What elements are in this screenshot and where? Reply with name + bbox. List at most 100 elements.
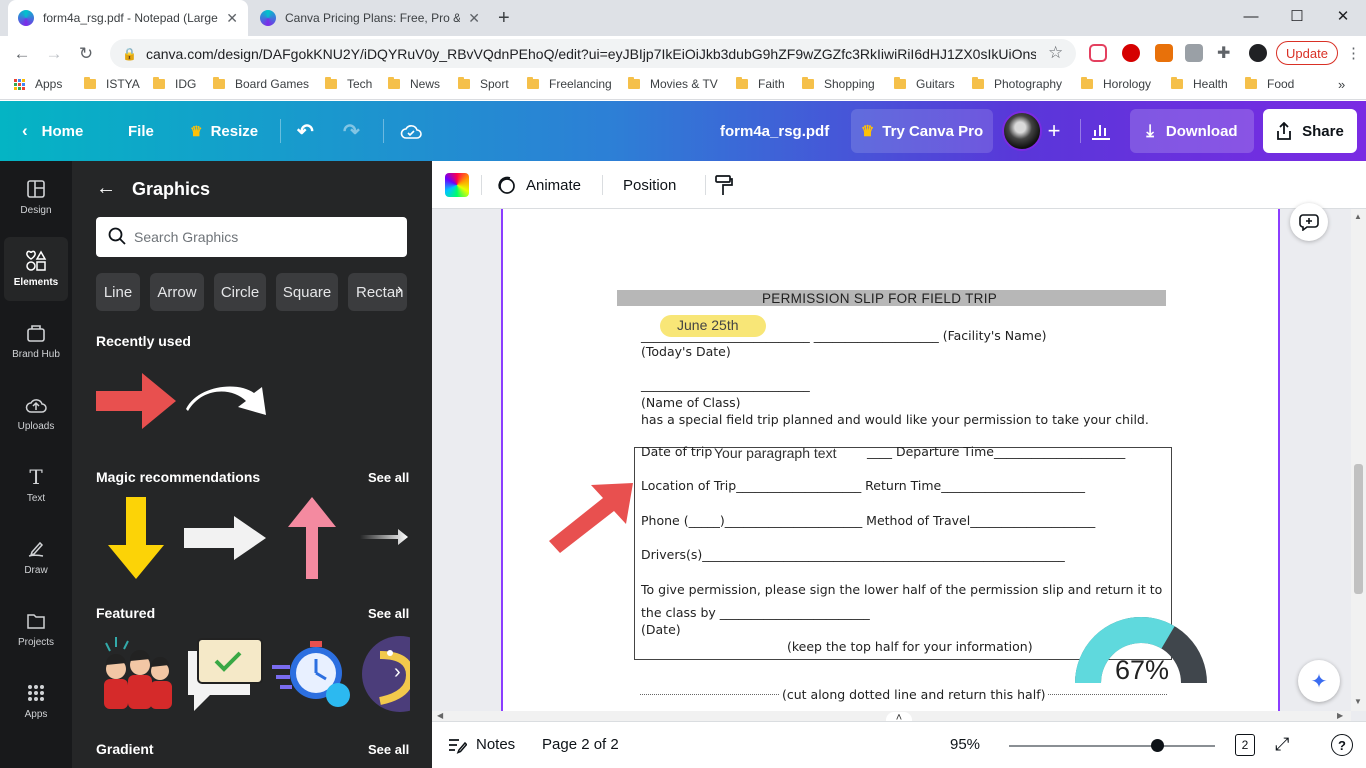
resize-button[interactable]: ♛ Resize [190,101,258,161]
add-collaborator-icon[interactable]: + [1044,101,1064,161]
magic-assistant-icon[interactable]: ✦ [1298,660,1340,702]
forward-icon[interactable]: → [40,40,68,68]
extensions-puzzle-icon[interactable]: ✚ [1217,43,1230,63]
try-canva-pro-button[interactable]: ♛ Try Canva Pro [851,109,993,153]
download-button[interactable]: ⤓ Download [1130,109,1254,153]
see-all-magic-link[interactable]: See all [368,470,409,485]
new-tab-icon[interactable]: + [498,7,510,30]
red-arrow-graphic[interactable] [96,373,178,432]
cloud-saved-icon[interactable] [400,101,422,161]
pocket-extension-icon[interactable] [1089,44,1107,62]
update-button[interactable]: Update [1276,41,1338,65]
chat-checkmark-graphic[interactable] [184,633,266,720]
bookmark-folder[interactable]: Movies & TV [628,77,718,91]
bookmark-apps[interactable]: Apps [14,77,62,91]
position-button[interactable]: Position [623,161,676,209]
help-icon[interactable]: ? [1331,734,1353,756]
close-tab-icon[interactable]: ✕ [226,10,238,27]
bookmark-folder[interactable]: Photography [972,77,1062,91]
stopwatch-graphic[interactable] [270,637,354,712]
bookmark-folder[interactable]: Sport [458,77,509,91]
bookmark-folder[interactable]: Health [1171,77,1228,91]
more-bookmarks-icon[interactable]: » [1338,77,1345,92]
rail-draw[interactable]: Draw [4,525,68,589]
family-new-year-graphic[interactable] [98,635,178,716]
white-curved-arrow-graphic[interactable] [184,383,266,420]
bookmark-folder[interactable]: Guitars [894,77,955,91]
reload-icon[interactable]: ↻ [72,40,100,68]
see-all-gradient-link[interactable]: See all [368,742,409,757]
minimize-icon[interactable]: — [1228,0,1274,32]
rail-brand-hub[interactable]: Brand Hub [4,309,68,373]
design-page[interactable]: PERMISSION SLIP FOR FIELD TRIP June 25th… [501,209,1280,711]
redo-icon[interactable]: ↷ [343,101,360,161]
color-picker-swatch[interactable] [445,173,469,197]
bookmark-folder[interactable]: Horology [1081,77,1151,91]
chevron-right-icon[interactable]: › [397,281,402,299]
page-grid-button[interactable]: 2 [1235,734,1255,756]
fullscreen-icon[interactable]: ⤢ [1275,734,1289,755]
file-menu-button[interactable]: File [128,101,154,161]
bookmark-folder[interactable]: Freelancing [527,77,612,91]
red-arrow-element[interactable] [547,479,637,560]
animate-button[interactable]: Animate [496,161,581,209]
bookmark-folder[interactable]: Shopping [802,77,875,91]
page-indicator[interactable]: Page 2 of 2 [542,736,619,753]
rail-projects[interactable]: Projects [4,597,68,661]
chevron-right-icon[interactable]: › [394,661,401,684]
maximize-icon[interactable]: ☐ [1274,0,1320,32]
rail-text[interactable]: T Text [4,453,68,517]
adblock-extension-icon[interactable] [1122,44,1140,62]
zoom-slider-track[interactable] [1009,745,1215,747]
hive-extension-icon[interactable] [1155,44,1173,62]
chip-circle[interactable]: Circle [214,273,266,311]
bookmark-star-icon[interactable]: ☆ [1048,43,1063,63]
scroll-down-icon[interactable]: ▼ [1354,697,1362,706]
reader-extension-icon[interactable] [1185,44,1203,62]
bookmark-folder[interactable]: ISTYA [84,77,140,91]
scroll-up-icon[interactable]: ▲ [1354,212,1362,221]
scroll-thumb[interactable] [1354,464,1363,594]
bookmark-folder[interactable]: News [388,77,440,91]
copy-style-paint-roller-icon[interactable] [714,161,734,209]
document-title[interactable]: form4a_rsg.pdf [720,101,829,161]
bookmark-folder[interactable]: Faith [736,77,785,91]
bookmark-folder[interactable]: Food [1245,77,1294,91]
see-all-featured-link[interactable]: See all [368,606,409,621]
search-graphics-input[interactable]: Search Graphics [96,217,407,257]
bookmark-folder[interactable]: Board Games [213,77,309,91]
undo-icon[interactable]: ↶ [297,101,314,161]
address-bar[interactable]: 🔒 canva.com/design/DAFgokKNU2Y/iDQYRuV0y… [110,39,1076,68]
window-close-icon[interactable]: ✕ [1320,0,1366,32]
rail-design[interactable]: Design [4,165,68,229]
yellow-down-arrow-graphic[interactable] [108,497,164,582]
zoom-percent[interactable]: 95% [950,736,980,753]
moon-star-graphic[interactable] [360,635,410,713]
scroll-left-icon[interactable]: ◀ [437,711,443,720]
chip-square[interactable]: Square [276,273,338,311]
vertical-scrollbar[interactable]: ▲ ▼ [1351,209,1366,711]
gradient-arrow-graphic[interactable] [360,529,408,548]
white-right-arrow-graphic[interactable] [184,516,266,563]
share-button[interactable]: Share [1263,109,1357,153]
notes-button[interactable]: Notes [476,736,515,753]
scroll-right-icon[interactable]: ▶ [1337,711,1343,720]
rail-elements[interactable]: Elements [4,237,68,301]
insights-chart-icon[interactable] [1090,101,1112,161]
chrome-menu-icon[interactable]: ⋮ [1346,44,1361,62]
browser-tab-active[interactable]: form4a_rsg.pdf - Notepad (Large ✕ [8,0,248,36]
notes-icon[interactable] [447,736,468,757]
zoom-slider-knob[interactable] [1151,739,1165,752]
user-avatar[interactable] [1002,111,1042,151]
back-icon[interactable]: ← [8,40,36,68]
bookmark-folder[interactable]: IDG [153,77,196,91]
profile-avatar-icon[interactable] [1249,44,1267,62]
back-arrow-icon[interactable]: ← [96,177,116,200]
chip-arrow[interactable]: Arrow [150,273,204,311]
paragraph-text-box[interactable]: Your paragraph text [714,445,836,461]
add-comment-icon[interactable] [1290,203,1328,241]
home-button[interactable]: ‹ Home [22,101,83,161]
rail-uploads[interactable]: Uploads [4,381,68,445]
bookmark-folder[interactable]: Tech [325,77,372,91]
gauge-element[interactable]: 67% [1073,617,1209,694]
